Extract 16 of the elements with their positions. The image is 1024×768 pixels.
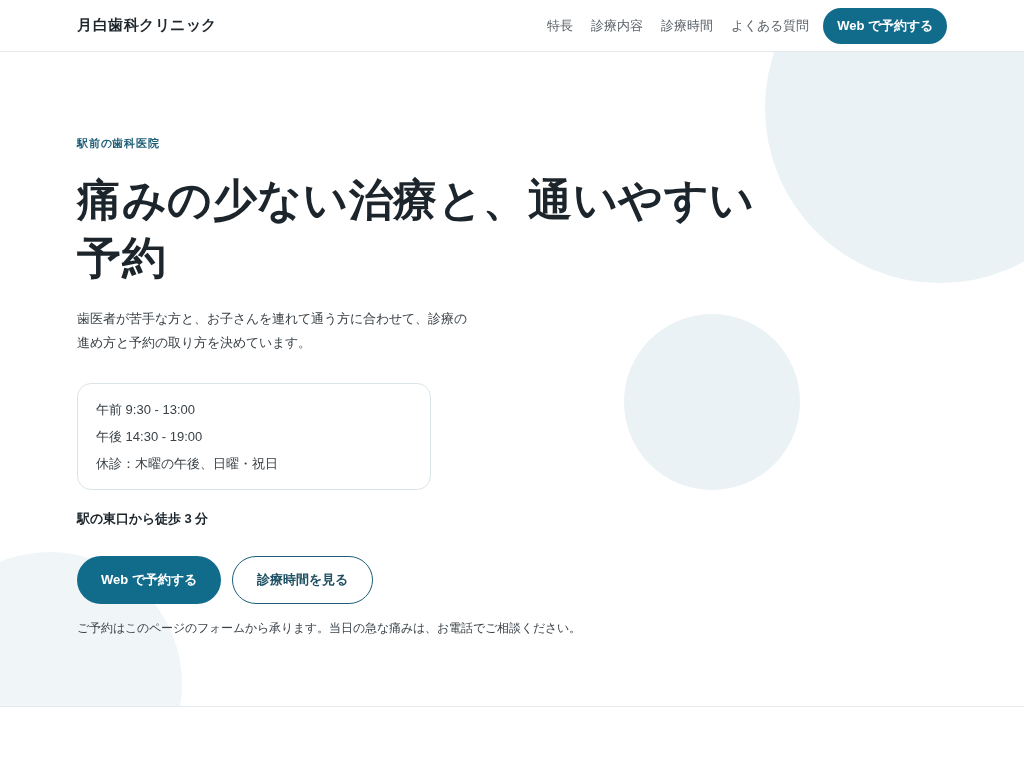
nav-link[interactable]: 診療時間 <box>661 16 714 35</box>
access-text: 駅の東口から徒歩 3 分 <box>77 510 209 528</box>
lead-paragraph: 歯医者が苦手な方と、お子さんを連れて通う方に合わせて、診療の進め方と予約の取り方を決めています。 <box>77 310 467 352</box>
hours-button[interactable]: 診療時間を見る <box>231 556 373 604</box>
note-text: ご予約はこのページのフォームから承ります。当日の急な痛みは、お電話でご相談ください。 <box>77 620 581 637</box>
nav-link[interactable]: よくある質問 <box>731 16 810 35</box>
reserve-button[interactable]: Web で予約する <box>823 7 947 44</box>
eyebrow-label: 駅前の歯科医院 <box>77 136 160 151</box>
hours-text: 休診：木曜の午後、日曜・祝日 <box>96 455 278 473</box>
nav-link[interactable]: 特長 <box>547 16 574 35</box>
hours-text: 午後 14:30 - 19:00 <box>96 428 203 446</box>
hero-heading: 痛みの少ない治療と、通いやすい予約 <box>77 174 756 284</box>
nav-link[interactable]: 診療内容 <box>591 16 644 35</box>
site-logo[interactable]: 月白歯科クリニック <box>77 16 217 35</box>
hours-text: 午前 9:30 - 13:00 <box>96 401 195 419</box>
reserve-button[interactable]: Web で予約する <box>77 556 221 604</box>
